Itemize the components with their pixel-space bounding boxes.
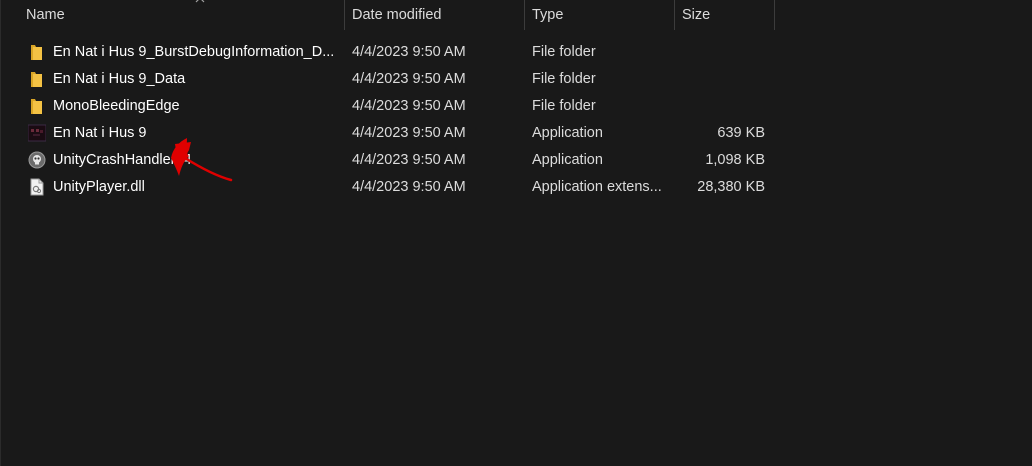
file-name: En Nat i Hus 9_Data	[53, 71, 186, 87]
file-date-modified: 4/4/2023 9:50 AM	[352, 152, 466, 168]
file-name: UnityPlayer.dll	[53, 179, 145, 195]
file-size	[681, 39, 765, 66]
column-header-date-modified[interactable]: Date modified	[345, 0, 525, 30]
file-row[interactable]: MonoBleedingEdge 4/4/2023 9:50 AM File f…	[1, 93, 781, 120]
file-type: Application	[532, 125, 603, 141]
column-header-size[interactable]: Size	[675, 0, 775, 30]
file-type: Application	[532, 152, 603, 168]
column-header-name-label: Name	[26, 7, 65, 23]
file-size	[681, 66, 765, 93]
file-name: MonoBleedingEdge	[53, 98, 180, 114]
file-type: File folder	[532, 71, 596, 87]
file-type: Application extens...	[532, 179, 662, 195]
file-date-modified: 4/4/2023 9:50 AM	[352, 44, 466, 60]
folder-icon	[31, 99, 42, 114]
file-date-modified: 4/4/2023 9:50 AM	[352, 71, 466, 87]
column-header-type-label: Type	[532, 7, 564, 23]
column-header-type[interactable]: Type	[525, 0, 675, 30]
file-date-modified: 4/4/2023 9:50 AM	[352, 125, 466, 141]
column-header-name[interactable]: Name	[19, 0, 345, 30]
file-size: 639 KB	[717, 125, 765, 141]
sort-ascending-icon	[195, 0, 205, 3]
folder-icon	[31, 72, 42, 87]
file-row[interactable]: En Nat i Hus 9_Data 4/4/2023 9:50 AM Fil…	[1, 66, 781, 93]
column-separator[interactable]	[774, 0, 775, 30]
column-header-bar: Name Date modified Type Size	[1, 0, 1032, 30]
unity-crash-handler-icon	[28, 151, 46, 169]
game-app-icon	[28, 124, 46, 142]
file-type: File folder	[532, 98, 596, 114]
column-header-date-label: Date modified	[352, 7, 442, 23]
file-date-modified: 4/4/2023 9:50 AM	[352, 179, 466, 195]
file-size: 1,098 KB	[705, 152, 765, 168]
file-list-pane: Name Date modified Type Size En Nat i Hu…	[0, 0, 1032, 466]
folder-icon	[31, 45, 42, 60]
file-list: En Nat i Hus 9_BurstDebugInformation_D..…	[1, 39, 781, 201]
file-row[interactable]: UnityCrashHandler64 4/4/2023 9:50 AM App…	[1, 147, 781, 174]
file-size: 28,380 KB	[697, 179, 765, 195]
file-name: En Nat i Hus 9_BurstDebugInformation_D..…	[53, 44, 335, 60]
column-header-size-label: Size	[682, 7, 711, 23]
file-name: UnityCrashHandler64	[53, 152, 192, 168]
file-name: En Nat i Hus 9	[53, 125, 147, 141]
file-row[interactable]: En Nat i Hus 9 4/4/2023 9:50 AM Applicat…	[1, 120, 781, 147]
file-row[interactable]: En Nat i Hus 9_BurstDebugInformation_D..…	[1, 39, 781, 66]
file-row[interactable]: UnityPlayer.dll 4/4/2023 9:50 AM Applica…	[1, 174, 781, 201]
file-size	[681, 93, 765, 120]
dll-file-icon	[30, 178, 44, 196]
file-date-modified: 4/4/2023 9:50 AM	[352, 98, 466, 114]
file-type: File folder	[532, 44, 596, 60]
